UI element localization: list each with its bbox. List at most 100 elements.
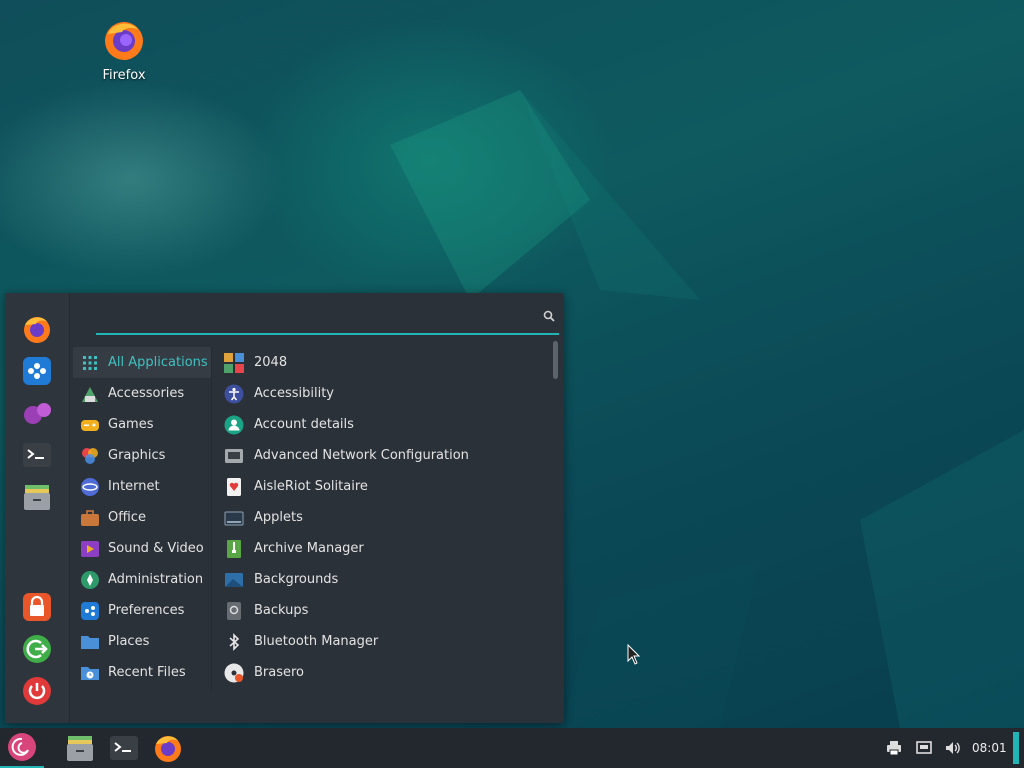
category-label: Graphics xyxy=(108,448,166,463)
category-label: Office xyxy=(108,510,146,525)
category-internet[interactable]: Internet xyxy=(73,471,211,502)
app-label: Backgrounds xyxy=(254,572,339,587)
app-applets[interactable]: Applets xyxy=(221,502,551,533)
favorite-software-manager[interactable] xyxy=(21,355,53,387)
category-preferences[interactable]: Preferences xyxy=(73,595,211,626)
category-label: Preferences xyxy=(108,603,185,618)
files-icon xyxy=(67,736,93,761)
category-games[interactable]: Games xyxy=(73,409,211,440)
taskbar: 08:01 xyxy=(0,728,1024,768)
category-label: Recent Files xyxy=(108,665,186,680)
category-office[interactable]: Office xyxy=(73,502,211,533)
disc-icon xyxy=(224,663,244,683)
shutdown-button[interactable] xyxy=(21,675,53,707)
recent-files-icon xyxy=(80,663,100,683)
clock[interactable]: 08:01 xyxy=(972,728,1007,768)
media-icon xyxy=(80,539,100,559)
power-icon xyxy=(23,677,51,705)
cards-icon xyxy=(224,477,244,497)
bluetooth-icon xyxy=(224,632,244,652)
category-label: Administration xyxy=(108,572,204,587)
desktop-icon-firefox[interactable]: Firefox xyxy=(92,18,156,83)
favorites-bar xyxy=(5,293,70,723)
category-places[interactable]: Places xyxy=(73,626,211,657)
menu-button[interactable] xyxy=(0,728,44,768)
application-list-scrollbar[interactable] xyxy=(553,341,558,379)
category-administration[interactable]: Administration xyxy=(73,564,211,595)
accessories-icon xyxy=(80,384,100,404)
search-icon[interactable] xyxy=(543,310,555,322)
tray-network[interactable] xyxy=(914,728,934,768)
taskbar-firefox-launcher[interactable] xyxy=(148,728,188,768)
preferences-icon xyxy=(80,601,100,621)
files-icon xyxy=(24,485,50,510)
terminal-icon xyxy=(110,736,138,760)
search-input[interactable] xyxy=(96,303,528,333)
application-menu: All Applications Accessories Games Graph… xyxy=(5,293,564,723)
app-account-details[interactable]: Account details xyxy=(221,409,551,440)
firefox-icon xyxy=(155,736,181,762)
favorite-firefox[interactable] xyxy=(21,313,53,345)
volume-icon xyxy=(946,742,960,754)
logout-button[interactable] xyxy=(21,633,53,665)
debian-swirl-icon xyxy=(8,733,36,761)
app-backups[interactable]: Backups xyxy=(221,595,551,626)
category-label: Internet xyxy=(108,479,160,494)
app-label: 2048 xyxy=(254,355,288,370)
app-label: Bluetooth Manager xyxy=(254,634,379,649)
printer-icon xyxy=(887,741,901,756)
firefox-icon xyxy=(24,317,50,343)
favorite-terminal[interactable] xyxy=(21,439,53,471)
app-advanced-network-configuration[interactable]: Advanced Network Configuration xyxy=(221,440,551,471)
category-label: All Applications xyxy=(108,355,208,370)
favorite-file-manager[interactable] xyxy=(21,481,53,513)
app-aisleriot-solitaire[interactable]: AisleRiot Solitaire xyxy=(221,471,551,502)
software-icon xyxy=(23,357,51,385)
applets-icon xyxy=(224,508,244,528)
logout-icon xyxy=(23,635,51,663)
show-desktop-button[interactable] xyxy=(1013,732,1019,764)
lock-icon xyxy=(23,593,51,621)
app-label: Applets xyxy=(254,510,303,525)
network-icon xyxy=(224,446,244,466)
category-all-applications[interactable]: All Applications xyxy=(73,347,211,378)
category-graphics[interactable]: Graphics xyxy=(73,440,211,471)
app-archive-manager[interactable]: Archive Manager xyxy=(221,533,551,564)
category-label: Sound & Video xyxy=(108,541,204,556)
application-list: 2048 Accessibility Account details Advan… xyxy=(221,347,551,688)
favorite-chat[interactable] xyxy=(21,397,53,429)
firefox-icon xyxy=(105,22,143,60)
briefcase-icon xyxy=(80,508,100,528)
category-sound-video[interactable]: Sound & Video xyxy=(73,533,211,564)
app-backgrounds[interactable]: Backgrounds xyxy=(221,564,551,595)
2048-icon xyxy=(224,352,244,373)
category-accessories[interactable]: Accessories xyxy=(73,378,211,409)
app-label: Backups xyxy=(254,603,309,618)
network-icon xyxy=(916,741,932,754)
tray-printer[interactable] xyxy=(884,728,904,768)
app-label: Archive Manager xyxy=(254,541,364,556)
backgrounds-icon xyxy=(224,570,244,590)
app-label: Advanced Network Configuration xyxy=(254,448,469,463)
lock-screen-button[interactable] xyxy=(21,591,53,623)
taskbar-terminal-launcher[interactable] xyxy=(104,728,144,768)
tray-volume[interactable] xyxy=(943,728,963,768)
app-brasero[interactable]: Brasero xyxy=(221,657,551,688)
globe-icon xyxy=(80,477,100,497)
app-label: Account details xyxy=(254,417,354,432)
category-label: Accessories xyxy=(108,386,185,401)
folder-icon xyxy=(80,632,100,652)
app-label: AisleRiot Solitaire xyxy=(254,479,368,494)
app-accessibility[interactable]: Accessibility xyxy=(221,378,551,409)
mouse-cursor-icon xyxy=(627,644,641,665)
app-bluetooth-manager[interactable]: Bluetooth Manager xyxy=(221,626,551,657)
accessibility-icon xyxy=(224,384,244,404)
backups-icon xyxy=(224,601,244,621)
category-recent-files[interactable]: Recent Files xyxy=(73,657,211,688)
terminal-icon xyxy=(23,443,51,467)
app-label: Brasero xyxy=(254,665,305,680)
search-box xyxy=(96,303,559,335)
admin-icon xyxy=(80,570,100,590)
app-2048[interactable]: 2048 xyxy=(221,347,551,378)
taskbar-files-launcher[interactable] xyxy=(60,728,100,768)
